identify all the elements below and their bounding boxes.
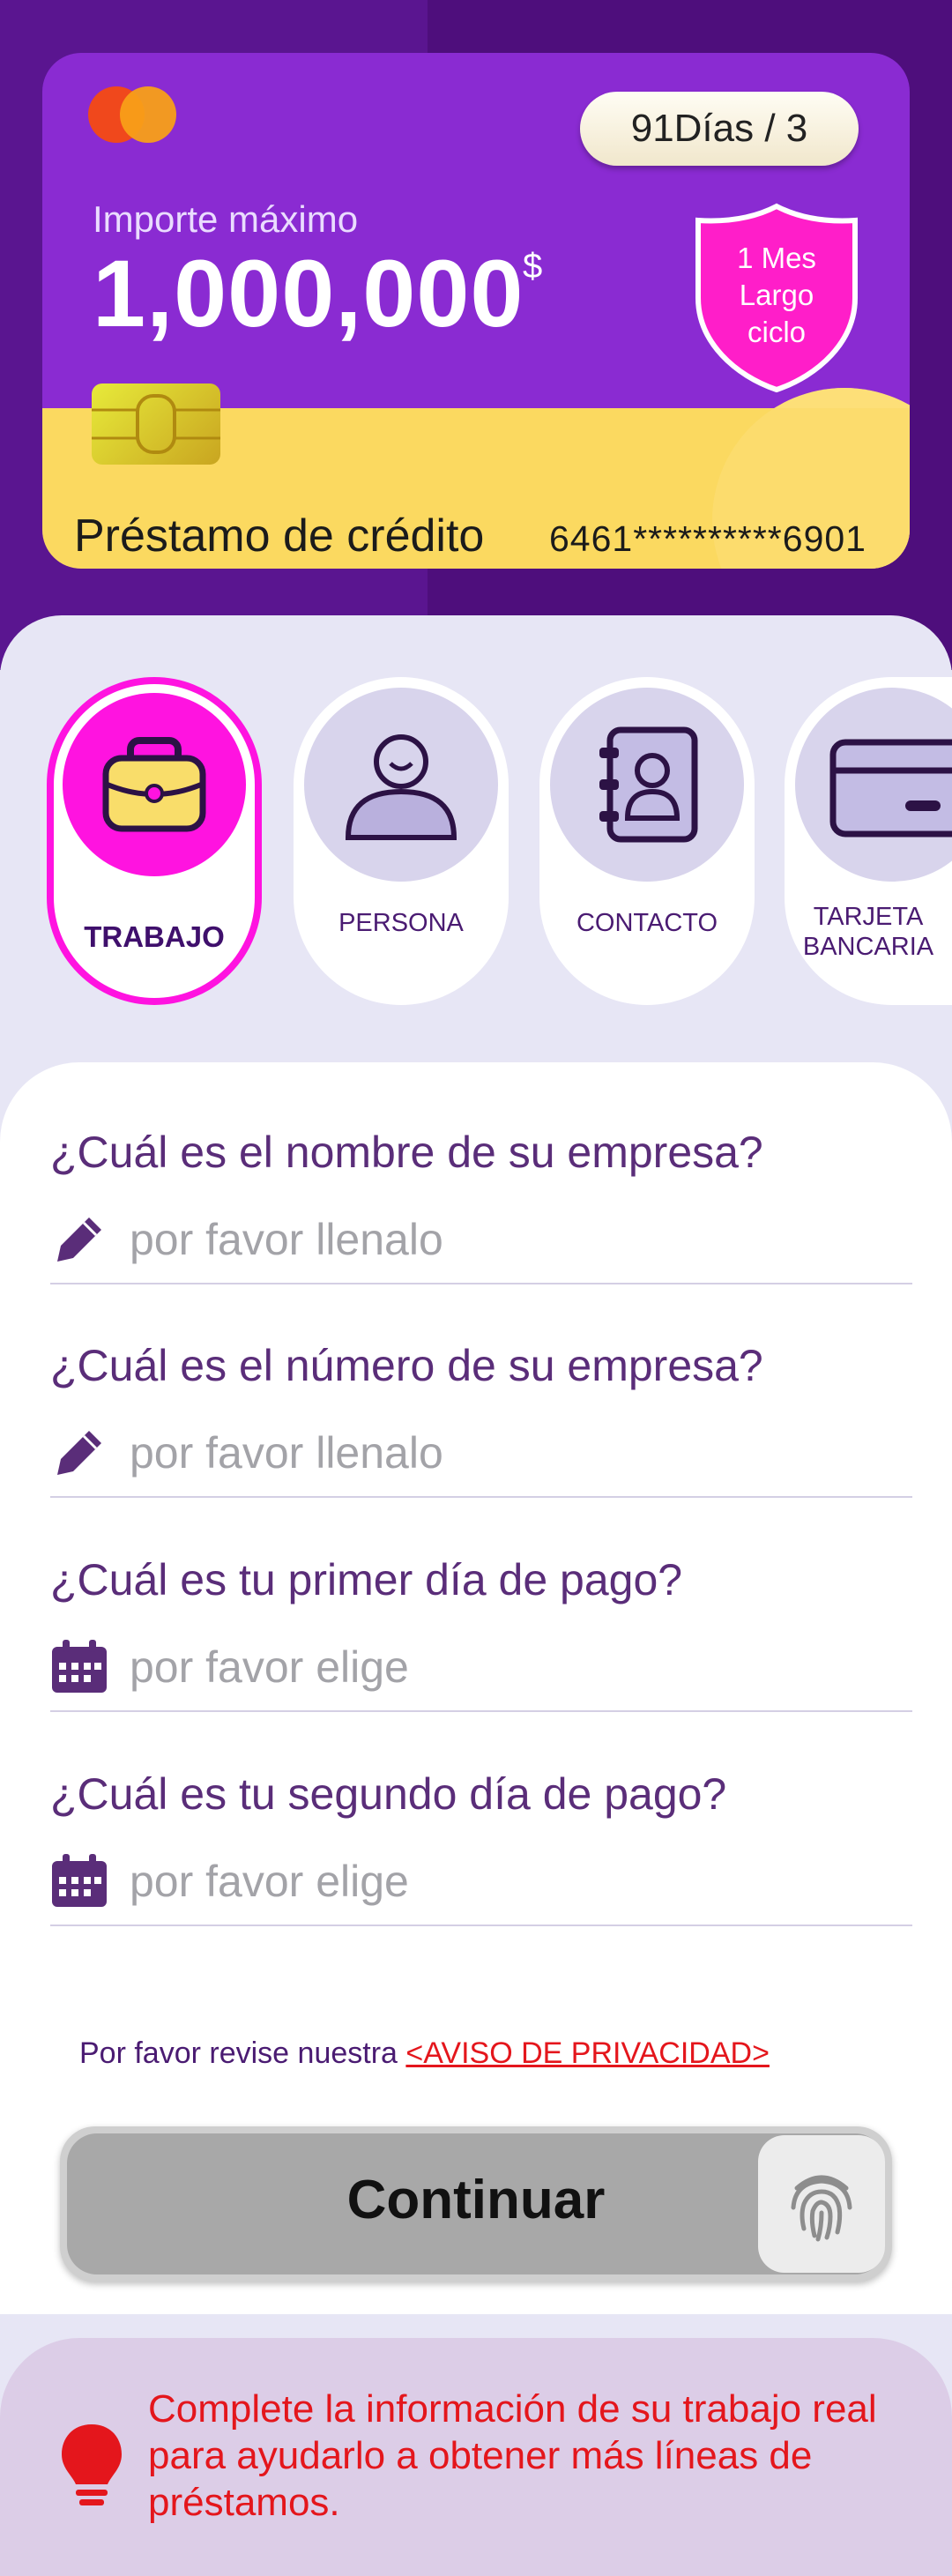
privacy-notice: Por favor revise nuestra <AVISO DE PRIVA… <box>79 2036 770 2071</box>
step-tarjeta-bancaria[interactable]: TARJETA BANCARIA <box>785 677 952 1005</box>
step-tarjeta-label-line2: BANCARIA <box>802 933 934 961</box>
company-name-placeholder: por favor llenalo <box>130 1215 443 1264</box>
step-persona[interactable]: PERSONA <box>294 677 509 1005</box>
card-chip-icon <box>92 383 220 465</box>
step-trabajo-label: TRABAJO <box>84 920 225 953</box>
briefcase-icon <box>102 737 206 832</box>
max-amount: 1,000,000 <box>93 240 524 346</box>
question-second-payday: ¿Cuál es tu segundo día de pago? <box>50 1769 727 1819</box>
tip-text: Complete la información de su trabajo re… <box>148 2387 877 2524</box>
step-persona-circle <box>304 688 498 882</box>
lightbulb-icon <box>62 2424 122 2505</box>
cycle-badge-text: 1 Mes Largo ciclo <box>691 240 862 351</box>
privacy-text: Por favor revise nuestra <box>79 2036 406 2070</box>
second-payday-placeholder: por favor elige <box>130 1857 409 1906</box>
calendar-icon <box>52 1854 107 1907</box>
amount-label: Importe máximo <box>93 198 359 240</box>
pencil-icon <box>57 1217 101 1262</box>
question-company-name: ¿Cuál es el nombre de su empresa? <box>50 1128 763 1177</box>
credit-card: 91Días / 3 Importe máximo 1,000,000 $ 1 … <box>42 53 910 569</box>
calendar-icon <box>52 1640 107 1693</box>
pencil-icon <box>57 1431 101 1475</box>
company-number-placeholder: por favor llenalo <box>130 1428 443 1478</box>
cycle-line-2: Largo <box>739 279 814 311</box>
fingerprint-button[interactable] <box>758 2135 885 2273</box>
privacy-link[interactable]: <AVISO DE PRIVACIDAD> <box>405 2036 770 2070</box>
company-number-field[interactable]: por favor llenalo <box>50 1417 912 1498</box>
days-badge: 91Días / 3 <box>580 92 859 166</box>
first-payday-field[interactable]: por favor elige <box>50 1631 912 1712</box>
company-name-field[interactable]: por favor llenalo <box>50 1203 912 1284</box>
question-company-number: ¿Cuál es el número de su empresa? <box>50 1341 763 1390</box>
step-tarjeta-label-line1: TARJETA <box>813 903 924 931</box>
question-first-payday: ¿Cuál es tu primer día de pago? <box>50 1555 683 1604</box>
person-icon <box>345 734 457 840</box>
cycle-line-1: 1 Mes <box>737 242 816 274</box>
mastercard-logo-orange <box>120 86 176 143</box>
first-payday-placeholder: por favor elige <box>130 1642 409 1692</box>
continue-button[interactable]: Continuar <box>67 2133 885 2274</box>
contact-book-icon <box>599 726 698 843</box>
step-contacto[interactable]: CONTACTO <box>539 677 755 1005</box>
second-payday-field[interactable]: por favor elige <box>50 1845 912 1926</box>
step-trabajo-circle <box>63 693 246 876</box>
card-title: Préstamo de crédito <box>74 510 485 562</box>
currency-symbol: $ <box>523 247 543 286</box>
step-contacto-circle <box>550 688 744 882</box>
step-tarjeta-circle <box>795 688 952 882</box>
card-number: 6461**********6901 <box>549 518 866 559</box>
continue-button-frame: Continuar <box>60 2126 892 2282</box>
cycle-line-3: ciclo <box>747 316 807 348</box>
step-persona-label: PERSONA <box>338 909 464 937</box>
step-tarjeta-label: TARJETA BANCARIA <box>785 902 952 962</box>
bank-card-icon <box>829 739 952 838</box>
step-contacto-label: CONTACTO <box>576 909 718 937</box>
step-trabajo[interactable]: TRABAJO <box>47 677 262 1005</box>
fingerprint-icon <box>791 2175 852 2242</box>
tip-banner: Complete la información de su trabajo re… <box>0 2338 952 2576</box>
